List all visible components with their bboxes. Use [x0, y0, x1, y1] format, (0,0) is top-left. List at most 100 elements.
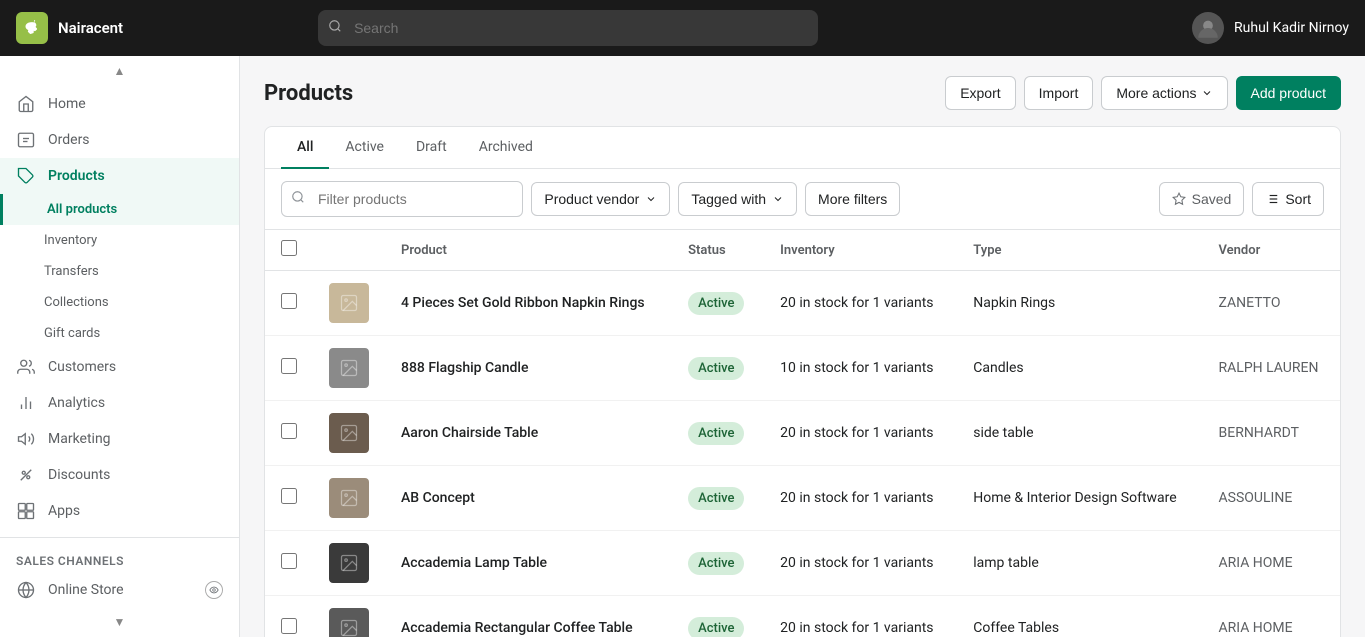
user-name: Ruhul Kadir Nirnoy: [1234, 20, 1349, 36]
product-name-cell[interactable]: 4 Pieces Set Gold Ribbon Napkin Rings: [385, 271, 672, 336]
online-store-label: Online Store: [48, 582, 124, 598]
product-type-cell: Napkin Rings: [957, 271, 1202, 336]
tab-draft[interactable]: Draft: [400, 127, 463, 169]
sidebar-item-online-store[interactable]: Online Store: [0, 572, 239, 607]
sidebar-gift-cards-label: Gift cards: [44, 326, 100, 341]
sidebar-item-all-products[interactable]: All products: [0, 194, 239, 225]
select-all-header[interactable]: [265, 230, 313, 271]
brand-link[interactable]: Nairacent: [16, 12, 123, 44]
star-icon: [1172, 192, 1186, 206]
product-thumbnail: [329, 543, 369, 583]
row-checkbox[interactable]: [281, 488, 297, 504]
select-all-checkbox[interactable]: [281, 240, 297, 256]
tab-all[interactable]: All: [281, 127, 329, 169]
saved-button[interactable]: Saved: [1159, 182, 1245, 216]
sidebar-item-orders[interactable]: Orders: [0, 122, 239, 158]
product-name-cell[interactable]: Accademia Rectangular Coffee Table: [385, 596, 672, 637]
tab-active[interactable]: Active: [329, 127, 400, 169]
filter-search: [281, 181, 523, 217]
row-checkbox[interactable]: [281, 293, 297, 309]
status-badge: Active: [688, 487, 744, 510]
product-type-cell: Home & Interior Design Software: [957, 466, 1202, 531]
sidebar-item-collections[interactable]: Collections: [0, 287, 239, 318]
row-checkbox[interactable]: [281, 423, 297, 439]
product-type: Home & Interior Design Software: [973, 490, 1176, 506]
add-product-button[interactable]: Add product: [1236, 76, 1342, 110]
filter-search-icon: [291, 190, 305, 208]
row-checkbox-cell[interactable]: [265, 466, 313, 531]
table-row[interactable]: 888 Flagship Candle Active 10 in stock f…: [265, 336, 1340, 401]
brand-name: Nairacent: [58, 19, 123, 37]
sidebar-item-home[interactable]: Home: [0, 86, 239, 122]
product-vendor-cell: ZANETTO: [1203, 271, 1340, 336]
product-inventory-cell: 20 in stock for 1 variants: [764, 401, 957, 466]
import-button[interactable]: Import: [1024, 76, 1094, 110]
sidebar-item-apps[interactable]: Apps: [0, 493, 239, 529]
export-button[interactable]: Export: [945, 76, 1015, 110]
product-thumb-cell: [313, 466, 385, 531]
products-card: All Active Draft Archived Product vendor: [264, 126, 1341, 637]
product-name-cell[interactable]: AB Concept: [385, 466, 672, 531]
sidebar-item-analytics[interactable]: Analytics: [0, 385, 239, 421]
sidebar-transfers-label: Transfers: [44, 264, 99, 279]
analytics-icon: [16, 393, 36, 413]
product-inventory: 20 in stock for 1 variants: [780, 490, 933, 506]
sort-button[interactable]: Sort: [1252, 182, 1324, 216]
sidebar-item-inventory[interactable]: Inventory: [0, 225, 239, 256]
table-row[interactable]: Accademia Rectangular Coffee Table Activ…: [265, 596, 1340, 637]
row-checkbox-cell[interactable]: [265, 596, 313, 637]
row-checkbox[interactable]: [281, 618, 297, 634]
global-search-input[interactable]: [318, 10, 818, 46]
row-checkbox[interactable]: [281, 358, 297, 374]
product-type: lamp table: [973, 555, 1039, 571]
product-name-cell[interactable]: 888 Flagship Candle: [385, 336, 672, 401]
row-checkbox-cell[interactable]: [265, 271, 313, 336]
table-row[interactable]: Accademia Lamp Table Active 20 in stock …: [265, 531, 1340, 596]
filter-products-input[interactable]: [281, 181, 523, 217]
product-type-cell: Candles: [957, 336, 1202, 401]
product-inventory-cell: 20 in stock for 1 variants: [764, 271, 957, 336]
sidebar-home-label: Home: [48, 96, 86, 112]
orders-icon: [16, 130, 36, 150]
product-thumb-cell: [313, 531, 385, 596]
product-name: Accademia Lamp Table: [401, 555, 547, 571]
sidebar-item-marketing[interactable]: Marketing: [0, 421, 239, 457]
product-type: Candles: [973, 360, 1023, 376]
col-vendor: Vendor: [1203, 230, 1340, 271]
table-row[interactable]: Aaron Chairside Table Active 20 in stock…: [265, 401, 1340, 466]
product-name: Aaron Chairside Table: [401, 425, 538, 441]
sidebar-item-customers[interactable]: Customers: [0, 349, 239, 385]
product-inventory: 20 in stock for 1 variants: [780, 555, 933, 571]
tab-archived[interactable]: Archived: [463, 127, 549, 169]
product-type-cell: side table: [957, 401, 1202, 466]
product-status-cell: Active: [672, 336, 764, 401]
sidebar-discounts-label: Discounts: [48, 467, 110, 483]
tagged-with-filter[interactable]: Tagged with: [678, 182, 797, 216]
status-badge: Active: [688, 357, 744, 380]
sidebar-item-products[interactable]: Products: [0, 158, 239, 194]
product-vendor-filter[interactable]: Product vendor: [531, 182, 670, 216]
product-thumb-cell: [313, 596, 385, 637]
product-inventory-cell: 20 in stock for 1 variants: [764, 531, 957, 596]
page-title: Products: [264, 81, 353, 106]
row-checkbox[interactable]: [281, 553, 297, 569]
apps-icon: [16, 501, 36, 521]
sidebar-item-transfers[interactable]: Transfers: [0, 256, 239, 287]
product-name-cell[interactable]: Aaron Chairside Table: [385, 401, 672, 466]
sidebar-item-discounts[interactable]: Discounts: [0, 457, 239, 493]
product-type-cell: Coffee Tables: [957, 596, 1202, 637]
product-thumb-cell: [313, 401, 385, 466]
sidebar-item-gift-cards[interactable]: Gift cards: [0, 318, 239, 349]
more-actions-button[interactable]: More actions: [1101, 76, 1227, 110]
product-vendor: ZANETTO: [1219, 295, 1281, 311]
table-row[interactable]: 4 Pieces Set Gold Ribbon Napkin Rings Ac…: [265, 271, 1340, 336]
row-checkbox-cell[interactable]: [265, 531, 313, 596]
sort-icon: [1265, 192, 1279, 206]
row-checkbox-cell[interactable]: [265, 336, 313, 401]
col-type: Type: [957, 230, 1202, 271]
more-filters-button[interactable]: More filters: [805, 182, 900, 216]
eye-badge[interactable]: [205, 581, 223, 599]
product-name-cell[interactable]: Accademia Lamp Table: [385, 531, 672, 596]
table-row[interactable]: AB Concept Active 20 in stock for 1 vari…: [265, 466, 1340, 531]
row-checkbox-cell[interactable]: [265, 401, 313, 466]
